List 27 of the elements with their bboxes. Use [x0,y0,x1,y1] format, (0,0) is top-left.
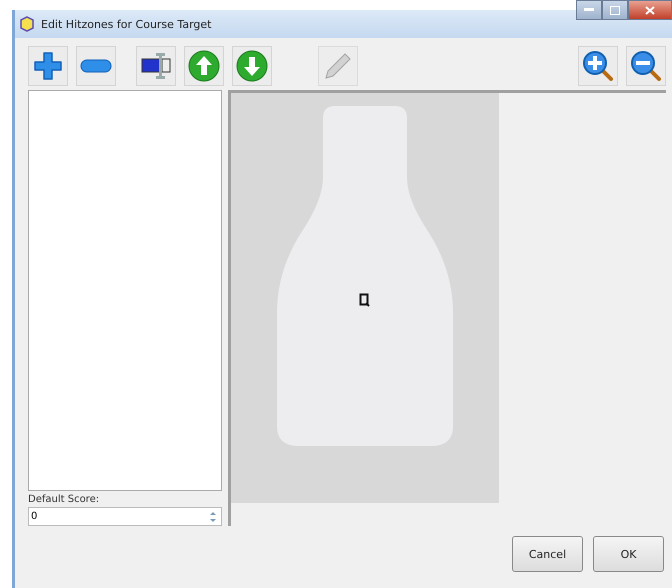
rename-icon [140,51,172,81]
zoom-in-icon [582,50,614,82]
add-button[interactable] [28,46,68,86]
maximize-icon [610,6,620,14]
maximize-button[interactable] [602,0,628,20]
hexagon-icon [19,16,35,32]
plus-icon [33,51,63,81]
default-score-field[interactable]: 0 [28,507,222,526]
zoom-in-button[interactable] [578,46,618,86]
window-title: Edit Hitzones for Course Target [41,18,212,30]
up-button[interactable] [184,46,224,86]
cancel-button[interactable]: Cancel [512,536,583,572]
minus-icon [80,59,112,73]
close-button[interactable] [628,0,672,20]
cursor-icon [359,293,371,307]
zoom-out-button[interactable] [626,46,666,86]
rename-button[interactable] [136,46,176,86]
close-icon [645,6,655,14]
minimize-button[interactable] [576,0,602,20]
default-score-label: Default Score: [28,494,100,506]
pencil-icon [323,51,353,81]
score-value: 0 [30,511,38,522]
ok-button[interactable]: OK [593,536,664,572]
down-button[interactable] [232,46,272,86]
minimize-icon [584,8,594,12]
remove-button[interactable] [76,46,116,86]
zoom-out-icon [630,50,662,82]
